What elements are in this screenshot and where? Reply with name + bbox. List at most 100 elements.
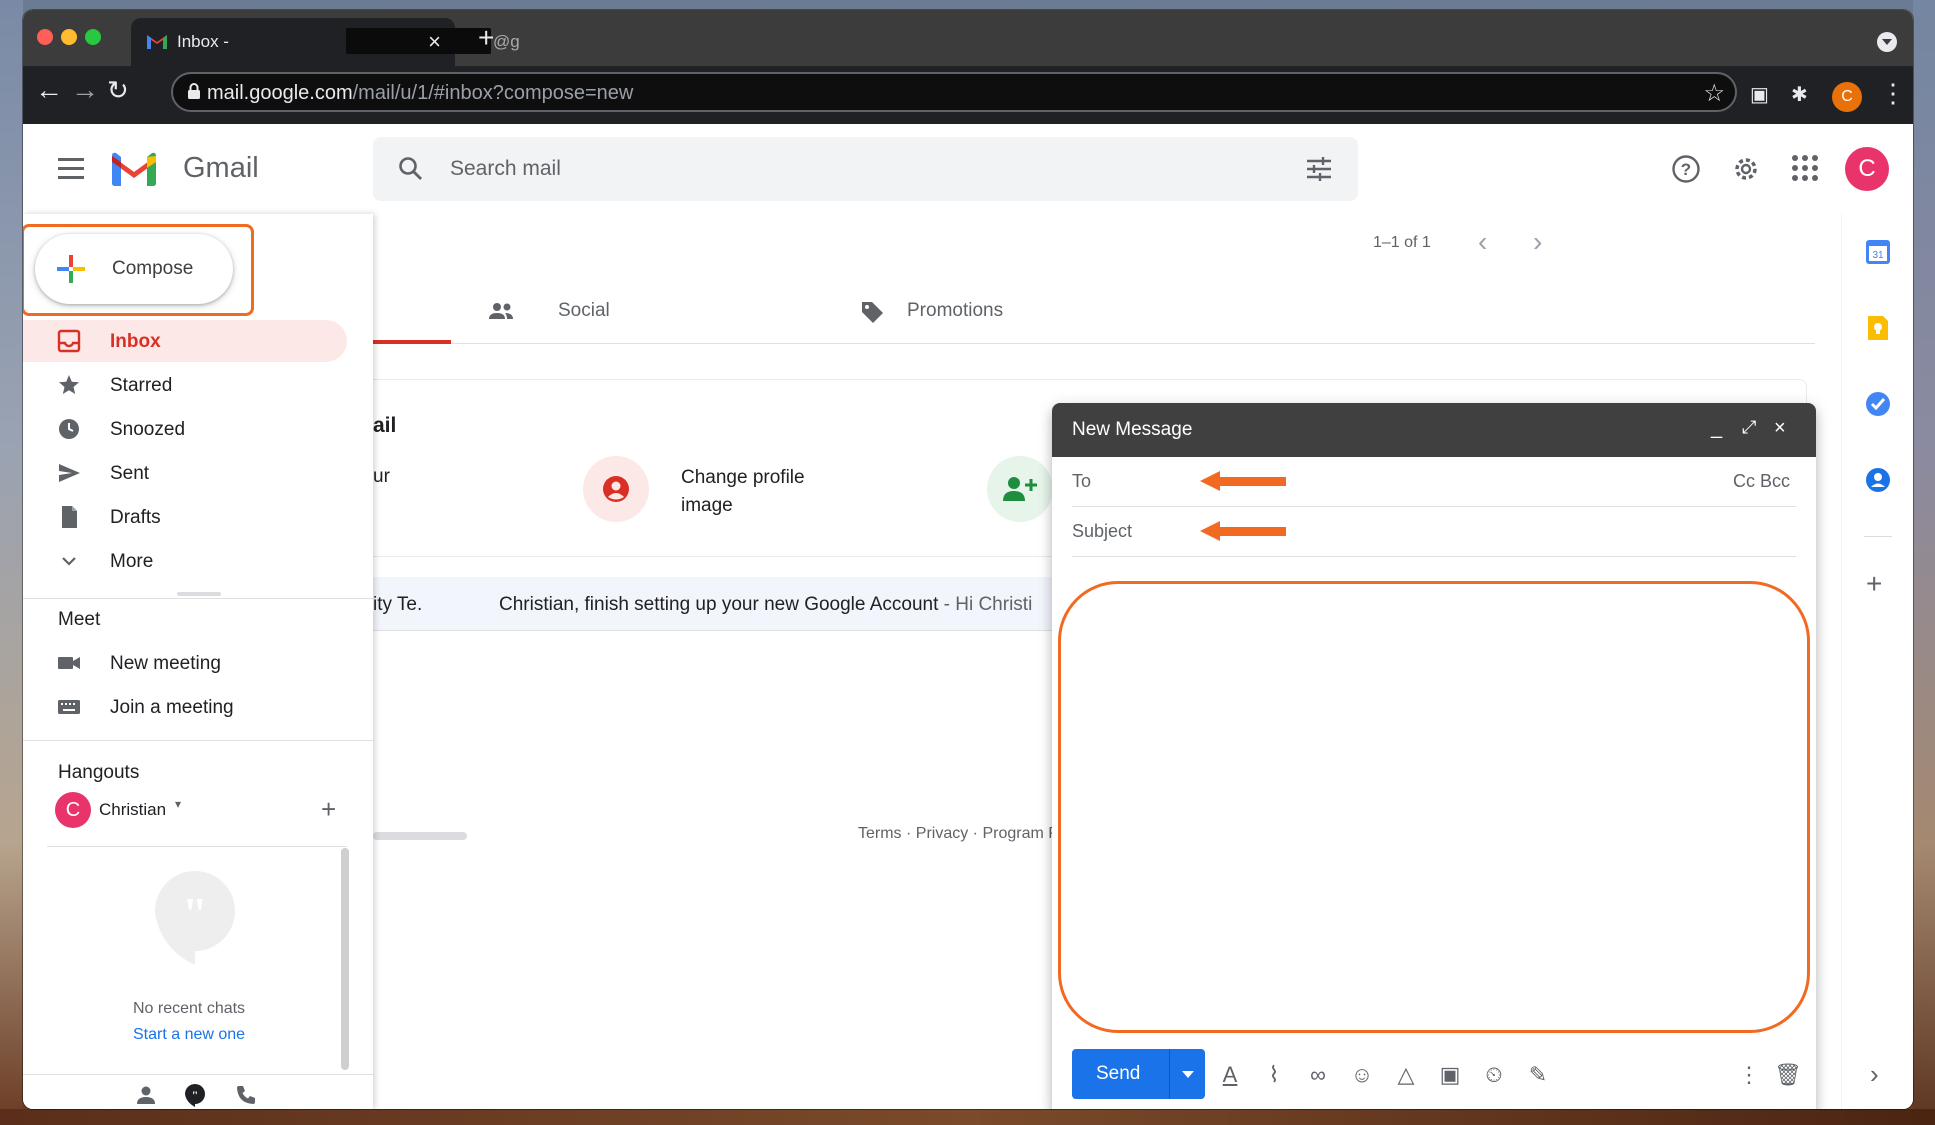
phone-icon[interactable] bbox=[235, 1084, 257, 1106]
desktop-background-bottom bbox=[0, 1109, 1935, 1125]
start-new-chat-link[interactable]: Start a new one bbox=[133, 1026, 245, 1044]
expand-panel-chevron-icon[interactable]: › bbox=[1870, 1059, 1879, 1090]
send-button[interactable]: Send bbox=[1072, 1049, 1205, 1099]
horizontal-scrollbar[interactable] bbox=[373, 832, 467, 840]
help-icon[interactable]: ? bbox=[1671, 154, 1701, 184]
sidebar-item-label: Snoozed bbox=[110, 419, 186, 440]
sidebar-item-starred[interactable]: Starred bbox=[23, 364, 347, 406]
insert-link-icon[interactable]: ∞ bbox=[1304, 1061, 1332, 1089]
join-meeting-item[interactable]: Join a meeting bbox=[23, 686, 347, 728]
cc-bcc-link[interactable]: Cc Bcc bbox=[1733, 471, 1790, 492]
insert-signature-icon[interactable]: ✎ bbox=[1524, 1061, 1552, 1089]
search-options-icon[interactable] bbox=[1306, 157, 1332, 181]
insert-photo-icon[interactable]: ▣ bbox=[1436, 1061, 1464, 1089]
reload-icon[interactable]: ↻ bbox=[107, 76, 129, 104]
primary-tab-indicator bbox=[373, 340, 451, 344]
svg-text:": " bbox=[192, 1088, 199, 1102]
add-person-icon bbox=[1003, 477, 1037, 501]
send-separator bbox=[1169, 1049, 1170, 1099]
window-close-button[interactable] bbox=[37, 29, 53, 45]
gmail-favicon-icon bbox=[147, 35, 167, 49]
confidential-mode-icon[interactable]: ⏲ bbox=[1480, 1061, 1508, 1089]
tab-social-label: Social bbox=[558, 300, 610, 321]
new-tab-button[interactable]: + bbox=[478, 24, 494, 52]
bookmark-star-icon[interactable]: ☆ bbox=[1703, 79, 1725, 108]
tab-search-icon[interactable] bbox=[1877, 32, 1897, 52]
next-page-chevron-icon[interactable]: › bbox=[1533, 226, 1542, 258]
compose-title: New Message bbox=[1072, 419, 1193, 440]
sidebar-item-more[interactable]: More bbox=[23, 540, 347, 582]
compose-title-bar[interactable]: New Message _ ⤢ × bbox=[1052, 403, 1816, 457]
settings-gear-icon[interactable] bbox=[1731, 154, 1761, 184]
hangouts-chat-icon[interactable]: " bbox=[183, 1083, 207, 1107]
back-arrow-icon[interactable]: ← bbox=[35, 76, 63, 104]
tasks-icon[interactable] bbox=[1864, 390, 1892, 418]
puzzle-extensions-icon[interactable]: ✱ bbox=[1791, 82, 1808, 107]
divider bbox=[47, 846, 347, 847]
people-icon bbox=[489, 303, 513, 319]
prev-page-chevron-icon[interactable]: ‹ bbox=[1478, 226, 1487, 258]
close-icon[interactable]: × bbox=[1774, 417, 1786, 440]
window-minimize-button[interactable] bbox=[61, 29, 77, 45]
new-meeting-label: New meeting bbox=[110, 653, 221, 674]
minimize-icon[interactable]: _ bbox=[1711, 417, 1722, 440]
hangouts-scrollbar[interactable] bbox=[341, 848, 349, 1070]
keep-icon[interactable] bbox=[1864, 314, 1892, 342]
address-bar[interactable]: mail.google.com/mail/u/1/#inbox?compose=… bbox=[171, 72, 1737, 112]
account-circle-icon bbox=[603, 476, 629, 502]
more-options-icon[interactable]: ⋮ bbox=[1735, 1061, 1763, 1089]
tab-promotions-label: Promotions bbox=[907, 300, 1004, 321]
tab-strip: Inbox - @g × + bbox=[23, 10, 1913, 66]
subject-field[interactable]: Subject bbox=[1072, 507, 1796, 557]
new-conversation-plus-icon[interactable]: + bbox=[321, 794, 336, 825]
user-status-dropdown-icon[interactable]: ▾ bbox=[175, 797, 181, 811]
window-zoom-button[interactable] bbox=[85, 29, 101, 45]
fullscreen-icon[interactable]: ⤢ bbox=[1742, 417, 1756, 438]
change-profile-line2: image bbox=[681, 495, 733, 516]
divider bbox=[23, 740, 373, 741]
main-menu-icon[interactable] bbox=[58, 158, 84, 179]
discard-draft-trash-icon[interactable]: 🗑 bbox=[1774, 1061, 1802, 1089]
change-profile-label[interactable]: Change profile image bbox=[681, 464, 805, 520]
sidebar-item-label: Inbox bbox=[110, 331, 161, 352]
account-avatar[interactable]: C bbox=[1845, 147, 1889, 191]
contacts-icon[interactable] bbox=[1864, 466, 1892, 494]
browser-tab-inbox[interactable]: Inbox - @g × bbox=[131, 18, 520, 66]
sidebar-item-inbox[interactable]: Inbox bbox=[23, 320, 347, 362]
no-recent-chats-text: No recent chats bbox=[133, 1000, 246, 1017]
add-contacts-button[interactable] bbox=[987, 456, 1053, 522]
hangouts-user-avatar[interactable]: C bbox=[55, 792, 91, 828]
hangouts-user-name[interactable]: Christian bbox=[99, 800, 166, 820]
change-profile-image-button[interactable] bbox=[583, 456, 649, 522]
search-icon[interactable] bbox=[398, 156, 424, 182]
sidebar-item-snoozed[interactable]: Snoozed bbox=[23, 408, 347, 450]
forward-arrow-icon[interactable]: → bbox=[71, 76, 99, 104]
to-field[interactable]: To Cc Bcc bbox=[1072, 457, 1796, 507]
body-highlight-annotation bbox=[1058, 581, 1810, 1033]
browser-profile-avatar[interactable]: C bbox=[1832, 82, 1862, 112]
send-options-dropdown-icon[interactable] bbox=[1182, 1071, 1194, 1078]
resize-handle[interactable] bbox=[177, 592, 221, 596]
contacts-person-icon[interactable] bbox=[135, 1084, 157, 1106]
sidebar-item-drafts[interactable]: Drafts bbox=[23, 496, 347, 538]
tag-icon bbox=[862, 302, 883, 323]
tab-title: Inbox - bbox=[177, 32, 229, 51]
footer-links[interactable]: Terms · Privacy · Program Po bbox=[858, 825, 1068, 843]
sidebar-item-label: Drafts bbox=[110, 507, 161, 528]
apps-grid-icon[interactable] bbox=[1791, 154, 1819, 182]
formatting-options-icon[interactable]: A bbox=[1216, 1061, 1244, 1089]
search-input[interactable]: Search mail bbox=[450, 157, 561, 181]
insert-emoji-icon[interactable]: ☺ bbox=[1348, 1061, 1376, 1089]
new-meeting-item[interactable]: New meeting bbox=[23, 642, 347, 684]
browser-menu-icon[interactable]: ⋮ bbox=[1880, 78, 1906, 108]
get-addons-plus-icon[interactable]: + bbox=[1866, 568, 1882, 600]
videocam-icon bbox=[58, 657, 80, 669]
sidebar-item-sent[interactable]: Sent bbox=[23, 452, 347, 494]
compose-button[interactable]: Compose bbox=[35, 234, 233, 304]
insert-drive-icon[interactable]: △ bbox=[1392, 1061, 1420, 1089]
calendar-icon[interactable]: 31 bbox=[1864, 238, 1892, 266]
tab-close-icon[interactable]: × bbox=[428, 29, 441, 55]
search-bar[interactable]: Search mail bbox=[373, 137, 1358, 201]
attach-file-icon[interactable]: ⌇ bbox=[1260, 1061, 1288, 1089]
extension-icon[interactable]: ▣ bbox=[1750, 82, 1769, 107]
